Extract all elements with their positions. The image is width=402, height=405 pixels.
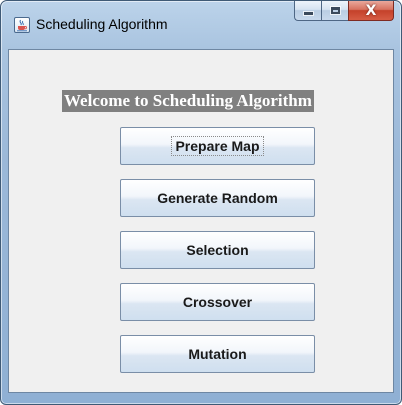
generate-random-button[interactable]: Generate Random [120, 179, 315, 217]
app-window: Scheduling Algorithm X Welcome to Schedu… [0, 0, 402, 405]
button-label: Mutation [188, 346, 247, 362]
caption-buttons: X [294, 1, 394, 22]
maximize-button[interactable] [321, 1, 348, 21]
mutation-button[interactable]: Mutation [120, 335, 315, 373]
java-app-icon[interactable] [14, 17, 30, 33]
prepare-map-button[interactable]: Prepare Map [120, 127, 315, 165]
minimize-button[interactable] [294, 1, 321, 21]
minimize-icon [303, 12, 313, 15]
welcome-label: Welcome to Scheduling Algorithm [62, 90, 314, 112]
button-label: Crossover [182, 294, 253, 310]
window-title: Scheduling Algorithm [36, 16, 168, 32]
button-label: Generate Random [157, 190, 278, 206]
close-icon: X [365, 2, 377, 19]
window-resize-border[interactable] [1, 392, 401, 404]
maximize-icon [330, 7, 340, 14]
button-label: Prepare Map [171, 136, 264, 156]
close-button[interactable]: X [348, 1, 394, 21]
selection-button[interactable]: Selection [120, 231, 315, 269]
content-panel: Welcome to Scheduling Algorithm Prepare … [8, 49, 394, 393]
crossover-button[interactable]: Crossover [120, 283, 315, 321]
java-cup-icon [17, 19, 28, 32]
button-label: Selection [186, 242, 249, 258]
title-bar[interactable]: Scheduling Algorithm X [1, 1, 401, 49]
